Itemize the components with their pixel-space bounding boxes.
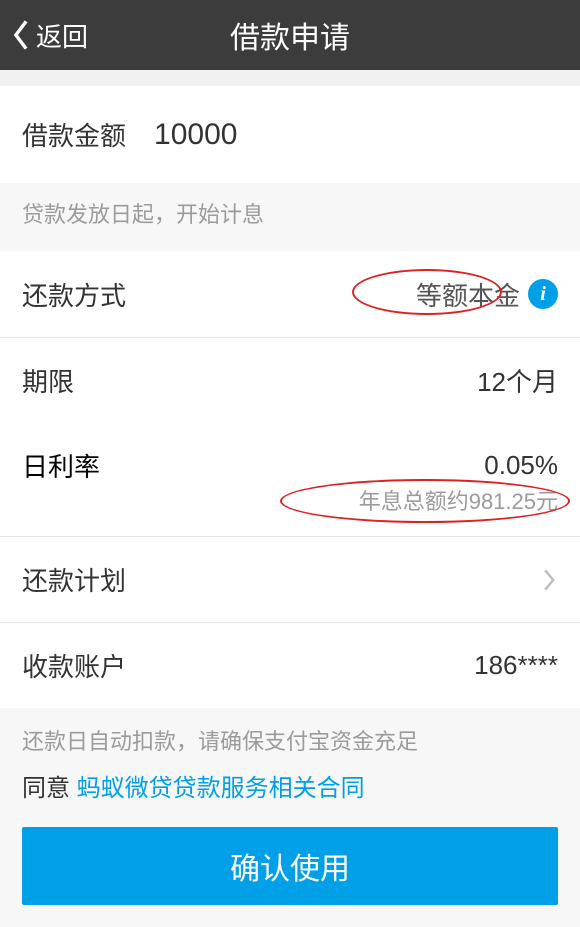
amount-label: 借款金额 [22, 116, 126, 153]
repay-method-label: 还款方式 [22, 276, 126, 313]
header: 返回 借款申请 [0, 0, 580, 70]
account-row[interactable]: 收款账户 186**** [0, 622, 580, 708]
back-label: 返回 [36, 17, 88, 54]
account-label: 收款账户 [22, 647, 126, 684]
account-value: 186**** [126, 650, 558, 681]
term-row[interactable]: 期限 12个月 [0, 337, 580, 423]
rate-label: 日利率 [22, 447, 100, 484]
chevron-right-icon [542, 566, 558, 594]
agree-row: 同意 蚂蚁微贷贷款服务相关合同 [22, 768, 558, 803]
amount-value: 10000 [154, 118, 237, 152]
footer-area: 还款日自动扣款，请确保支付宝资金充足 同意 蚂蚁微贷贷款服务相关合同 确认使用 [0, 708, 580, 927]
interest-start-hint: 贷款发放日起，开始计息 [0, 183, 580, 251]
repay-plan-label: 还款计划 [22, 561, 126, 598]
rate-value: 0.05% [100, 450, 558, 481]
info-icon[interactable]: i [528, 279, 558, 309]
autopay-hint: 还款日自动扣款，请确保支付宝资金充足 [22, 724, 558, 756]
back-chevron-icon [10, 18, 32, 52]
repay-method-value: 等额本金 [416, 276, 520, 313]
spacer [0, 70, 580, 86]
repay-plan-row[interactable]: 还款计划 [0, 536, 580, 622]
agreement-link[interactable]: 蚂蚁微贷贷款服务相关合同 [77, 775, 365, 802]
term-label: 期限 [22, 362, 74, 399]
back-button[interactable]: 返回 [10, 17, 88, 54]
term-value: 12个月 [74, 362, 558, 399]
rate-annual-total: 年息总额约981.25元 [0, 484, 580, 534]
confirm-button[interactable]: 确认使用 [22, 827, 558, 905]
amount-row[interactable]: 借款金额 10000 [0, 86, 580, 183]
rate-row: 日利率 0.05% 年息总额约981.25元 [0, 423, 580, 536]
repay-method-row[interactable]: 还款方式 等额本金 i [0, 251, 580, 337]
agree-prefix: 同意 [22, 775, 77, 802]
content: 借款金额 10000 贷款发放日起，开始计息 还款方式 等额本金 i 期限 12… [0, 86, 580, 927]
